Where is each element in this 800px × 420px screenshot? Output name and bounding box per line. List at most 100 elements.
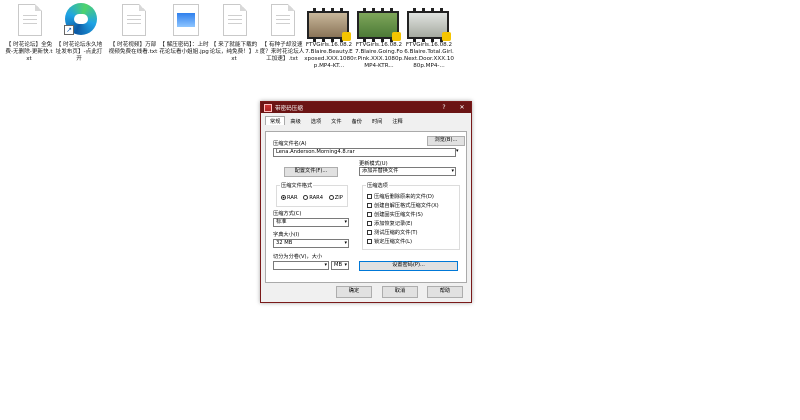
desktop-icon-label: 【 时花论坛】全免费-无删除-更新快.txt (5, 42, 53, 62)
checkbox-icon (367, 203, 372, 208)
desktop-icon-label: FTVGirls.16.08.27.Blaire.Going.For.Pink.… (354, 42, 404, 69)
tab-backup[interactable]: 备份 (347, 116, 367, 125)
archive-dialog: 带密码压缩 ? ✕ 常规 高级 选项 文件 备份 时间 注释 浏览(B)... … (260, 101, 472, 303)
format-rar-radio[interactable]: RAR (281, 195, 298, 201)
split-unit-select[interactable]: MB ▾ (331, 261, 349, 270)
video-thumbnail-icon (357, 8, 401, 42)
split-size-field[interactable]: ▾ (273, 261, 329, 270)
chevron-down-icon: ▾ (344, 219, 347, 225)
checkbox-icon (367, 221, 372, 226)
option-sfx[interactable]: 创建自解压格式压缩文件(X) (367, 203, 439, 209)
radio-selected-icon (281, 195, 286, 200)
desktop-icon-video2[interactable]: FTVGirls.16.08.27.Blaire.Going.For.Pink.… (354, 2, 404, 70)
desktop-icon-label: 【 有种子却没速度？来时花论坛人工加速】.txt (259, 42, 305, 62)
update-mode-select[interactable]: 添加并替换文件 ▾ (359, 167, 456, 176)
help-title-button[interactable]: ? (435, 104, 453, 111)
method-label: 压缩方式(C) (273, 211, 302, 217)
split-unit-value: MB (334, 262, 343, 268)
options-group: 压缩选项 压缩后删除原来的文件(D) 创建自解压格式压缩文件(X) 创建固实压缩… (362, 183, 460, 250)
option-solid[interactable]: 创建固实压缩文件(S) (367, 212, 423, 218)
desktop-icon-label: 【 时花论坛永久地址发布页】-点此打开 (55, 42, 103, 62)
update-mode-label: 更新模式(U) (359, 161, 388, 167)
desktop-icon-video1[interactable]: FTVGirls.16.08.27.Blaire.Beauty.Exposed.… (304, 2, 354, 70)
option-label: 创建固实压缩文件(S) (374, 212, 423, 218)
options-group-title: 压缩选项 (366, 183, 389, 189)
desktop-icon-txt2[interactable]: 【 时花视频】万部视频免费在线看.txt (108, 2, 158, 56)
radio-icon (328, 195, 334, 200)
chevron-down-icon: ▾ (451, 168, 454, 174)
general-panel: 浏览(B)... 压缩文件名(A) Lena.Anderson.Morning4… (265, 131, 467, 283)
option-test[interactable]: 测试压缩的文件(T) (367, 230, 418, 236)
tab-advanced[interactable]: 高级 (285, 116, 305, 125)
tab-comment[interactable]: 注释 (387, 116, 407, 125)
help-button[interactable]: 帮助 (427, 286, 463, 298)
format-zip-radio[interactable]: ZIP (328, 195, 343, 201)
tab-time[interactable]: 时间 (367, 116, 387, 125)
option-label: 压缩后删除原来的文件(D) (374, 194, 434, 200)
text-file-icon (223, 4, 247, 36)
desktop-icon-label: 【 解压密码】：上时花论坛看小姐姐.jpg (159, 42, 209, 55)
desktop-icon-label: 【 时花视频】万部视频免费在线看.txt (108, 42, 158, 55)
desktop-icon-label: FTVGirls.16.08.26.Blaire.Total.Girl.Next… (404, 42, 454, 69)
format-rar4-label: RAR4 (309, 195, 324, 201)
format-rar-label: RAR (287, 195, 298, 201)
close-button[interactable]: ✕ (453, 104, 471, 111)
tab-bar: 常规 高级 选项 文件 备份 时间 注释 (261, 113, 471, 125)
browse-button[interactable]: 浏览(B)... (427, 136, 465, 146)
dict-label: 字典大小(I) (273, 232, 300, 238)
method-value: 标准 (276, 219, 287, 225)
option-label: 创建自解压格式压缩文件(X) (374, 203, 439, 209)
chevron-down-icon: ▾ (344, 240, 347, 246)
chevron-down-icon[interactable]: ▾ (456, 148, 459, 154)
checkbox-icon (367, 212, 372, 217)
format-zip-label: ZIP (334, 195, 343, 201)
desktop-icon-txt4[interactable]: 【 有种子却没速度？来时花论坛人工加速】.txt (257, 2, 307, 63)
radio-icon (303, 195, 309, 200)
option-lock[interactable]: 锁定压缩文件(L) (367, 239, 412, 245)
dialog-title: 带密码压缩 (275, 105, 303, 112)
cancel-button[interactable]: 取消 (382, 286, 418, 298)
option-label: 锁定压缩文件(L) (374, 239, 413, 245)
video-thumbnail-icon (407, 8, 451, 42)
format-rar4-radio[interactable]: RAR4 (303, 195, 323, 201)
dialog-titlebar[interactable]: 带密码压缩 ? ✕ (261, 102, 471, 113)
desktop-icon-txt1[interactable]: 【 时花论坛】全免费-无删除-更新快.txt (4, 2, 54, 63)
image-file-icon (173, 4, 199, 36)
video-thumbnail-icon (307, 8, 351, 42)
desktop-icon-edge[interactable]: ↗ 【 时花论坛永久地址发布页】-点此打开 (54, 2, 104, 63)
shortcut-arrow-icon: ↗ (64, 25, 74, 35)
desktop-icon-label: 【 来了就能下载的论坛，纯免费！】.txt (209, 42, 259, 62)
format-group: 压缩文件格式 RAR RAR4 ZIP (276, 183, 348, 207)
tab-general[interactable]: 常规 (265, 116, 286, 125)
ok-button[interactable]: 确定 (336, 286, 372, 298)
update-mode-value: 添加并替换文件 (362, 168, 399, 174)
option-label: 测试压缩的文件(T) (374, 230, 418, 236)
profiles-button[interactable]: 配置文件(F)... (284, 167, 338, 177)
checkbox-icon (367, 194, 372, 199)
archive-name-label: 压缩文件名(A) (273, 141, 307, 147)
text-file-icon (122, 4, 146, 36)
archive-name-field[interactable]: Lena.Anderson.Morning4.8.rar (273, 148, 456, 157)
tab-files[interactable]: 文件 (326, 116, 346, 125)
text-file-icon (271, 4, 295, 36)
format-group-title: 压缩文件格式 (280, 183, 314, 189)
set-password-button[interactable]: 设置密码(P)... (359, 261, 458, 271)
desktop-icon-txt3[interactable]: 【 来了就能下载的论坛，纯免费！】.txt (209, 2, 259, 63)
desktop-icon-label: FTVGirls.16.08.27.Blaire.Beauty.Exposed.… (304, 42, 354, 69)
checkbox-icon (367, 239, 372, 244)
winrar-icon (264, 103, 272, 112)
chevron-down-icon: ▾ (324, 262, 327, 268)
option-delete-after[interactable]: 压缩后删除原来的文件(D) (367, 194, 434, 200)
dict-select[interactable]: 32 MB ▾ (273, 239, 349, 248)
text-file-icon (18, 4, 42, 36)
checkbox-icon (367, 230, 372, 235)
chevron-down-icon: ▾ (344, 262, 347, 268)
split-label: 切分为分卷(V)，大小 (273, 254, 323, 260)
method-select[interactable]: 标准 ▾ (273, 218, 349, 227)
desktop-icon-video3[interactable]: FTVGirls.16.08.26.Blaire.Total.Girl.Next… (404, 2, 454, 70)
desktop-icon-jpg[interactable]: 【 解压密码】：上时花论坛看小姐姐.jpg (159, 2, 209, 56)
dict-value: 32 MB (276, 240, 293, 246)
option-recovery[interactable]: 添加恢复记录(E) (367, 221, 412, 227)
tab-options[interactable]: 选项 (306, 116, 326, 125)
option-label: 添加恢复记录(E) (374, 221, 413, 227)
